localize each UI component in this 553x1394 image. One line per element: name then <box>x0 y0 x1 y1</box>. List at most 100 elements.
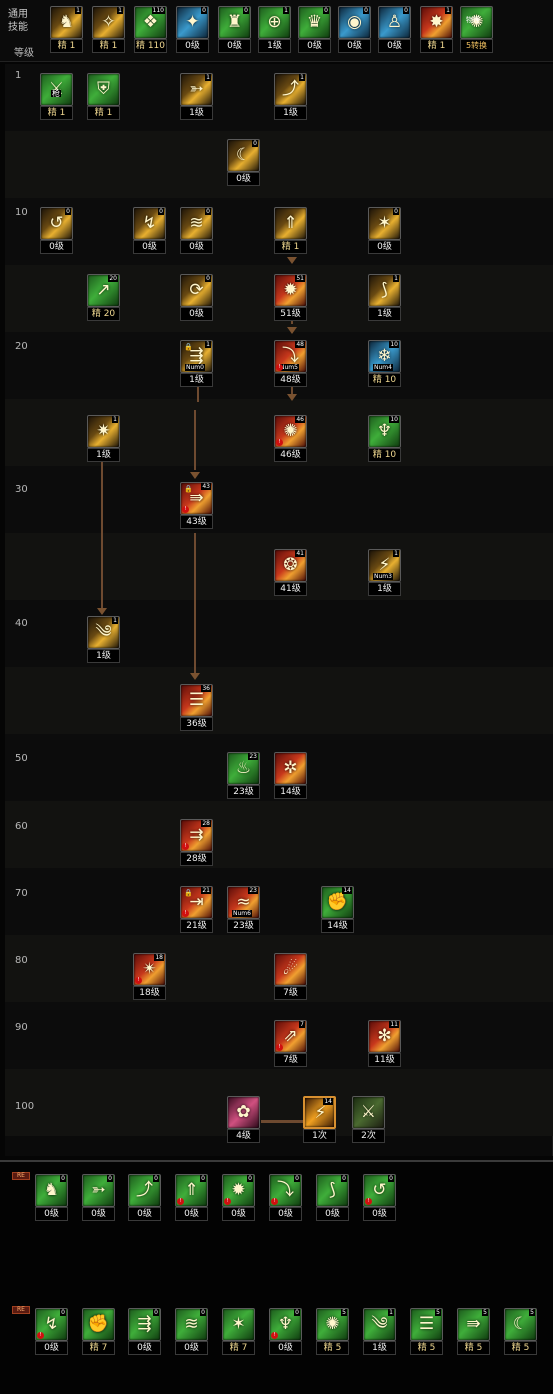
red-multi-thrust-skill-icon[interactable]: ⇉ 28! <box>180 819 213 852</box>
ex-green-fist-skill[interactable]: ✊ 精 7 <box>82 1308 115 1356</box>
ground-skill-icon[interactable]: ♜ 0 <box>218 6 251 39</box>
ex-green-slash-skill-icon[interactable]: ⤴ 0 <box>128 1174 161 1207</box>
flame-lance-skill[interactable]: ⇛ 43 🔒! 43级 <box>180 482 213 530</box>
piercing-line-skill[interactable]: ⇶ 1 🔒 Num0 1级 <box>180 340 213 388</box>
burst-skill-icon[interactable]: ✶ 0 <box>368 207 401 240</box>
awaken-second-skill-icon[interactable]: ⚔ <box>352 1096 385 1129</box>
target-skill-icon[interactable]: ⊕ 1 <box>258 6 291 39</box>
ex-green-kick-skill[interactable]: ♞ 0 0级 <box>35 1174 68 1222</box>
green-fist-skill-icon[interactable]: ✊ 14 <box>321 886 354 919</box>
ex-green-line-skill[interactable]: ⇶ 0 0级 <box>128 1308 161 1356</box>
armor-mastery-skill-icon[interactable]: ⛨ <box>87 73 120 106</box>
storm-skill[interactable]: ✷ 1 1级 <box>87 415 120 463</box>
basic-pose-skill-icon[interactable]: ♞ 1 <box>50 6 83 39</box>
slash-arc-skill[interactable]: ⤴ 1 1级 <box>274 73 307 121</box>
awaken-first-skill-icon[interactable]: ⚡ 14 <box>303 1096 336 1129</box>
wild-charge-skill-icon[interactable]: ❖ 110 <box>134 6 167 39</box>
ex-green-arc-skill[interactable]: ⤵ 0! 0级 <box>269 1174 302 1222</box>
fire-burst-skill[interactable]: ✺ 46! 46级 <box>274 415 307 463</box>
ex-green-kick-skill-icon[interactable]: ♞ 0 <box>35 1174 68 1207</box>
red-wave-skill[interactable]: ≈23 Num6 23级 <box>227 886 260 934</box>
ice-wing-skill[interactable]: ❄ 10 Num4 精 10 <box>368 340 401 388</box>
eye-skill-icon[interactable]: ◉ 0 <box>338 6 371 39</box>
arc-wave-skill[interactable]: ⟆ 1 1级 <box>368 274 401 322</box>
cyclone-skill-icon[interactable]: ༄ 1 <box>87 616 120 649</box>
eye-skill[interactable]: ◉ 0 0级 <box>338 6 371 54</box>
ex-green-cyclone-skill[interactable]: ༄ 1 1级 <box>363 1308 396 1356</box>
arc-wave-skill-icon[interactable]: ⟆ 1 <box>368 274 401 307</box>
figure-skill-icon[interactable]: ♛ 0 <box>298 6 331 39</box>
sweep-skill[interactable]: ⟳ 0 0级 <box>180 274 213 322</box>
red-crescent-skill[interactable]: ☄ 7级 <box>274 953 307 1001</box>
ex-green-crescent-skill-icon[interactable]: ☾ 5 <box>504 1308 537 1341</box>
ex-green-burst-skill[interactable]: ✹ 0! 0级 <box>222 1174 255 1222</box>
ex-green-guard-skill[interactable]: ♆ 0! 0级 <box>269 1308 302 1356</box>
red-star-skill[interactable]: ✴ 18! 18级 <box>133 953 166 1001</box>
flame-lance-skill-icon[interactable]: ⇛ 43 🔒! <box>180 482 213 515</box>
ex-green-wave-skill-icon[interactable]: ⟆ 0 <box>316 1174 349 1207</box>
green-guard-skill-icon[interactable]: ♆ 10 <box>368 415 401 448</box>
storm-skill-icon[interactable]: ✷ 1 <box>87 415 120 448</box>
whirl-skill[interactable]: ≋ 0 0级 <box>180 207 213 255</box>
aura-skill-icon[interactable]: ♙ 0 <box>378 6 411 39</box>
awaken-first-skill[interactable]: ⚡ 14 1次 <box>303 1096 336 1144</box>
ex-green-whirl-skill-icon[interactable]: ≋ 0 <box>175 1308 208 1341</box>
ex-green-crest-skill[interactable]: ✺ 5 精 5 <box>316 1308 349 1356</box>
red-explosion-skill-icon[interactable]: ✻ 11 <box>368 1020 401 1053</box>
ex-green-storm-skill[interactable]: ⇛ 5 精 5 <box>457 1308 490 1356</box>
spear-boost-skill[interactable]: ↗ 20 精 20 <box>87 274 120 322</box>
ex-green-spin-skill-icon[interactable]: ↺ 0! <box>363 1174 396 1207</box>
ex-green-rise-skill-icon[interactable]: ⇑ 0! <box>175 1174 208 1207</box>
ex-green-cyclone-skill-icon[interactable]: ༄ 1 <box>363 1308 396 1341</box>
aura-skill[interactable]: ♙ 0 0级 <box>378 6 411 54</box>
ground-skill[interactable]: ♜ 0 0级 <box>218 6 251 54</box>
rage-skill[interactable]: ♨ 23 23级 <box>227 752 260 800</box>
piercing-line-skill-icon[interactable]: ⇶ 1 🔒 Num0 <box>180 340 213 373</box>
fire-burst-skill-icon[interactable]: ✺ 46! <box>274 415 307 448</box>
spin-slash-skill-icon[interactable]: ↺ 0 <box>40 207 73 240</box>
fire-claw-skill-icon[interactable]: ✲ <box>274 752 307 785</box>
ex-green-rush-skill[interactable]: ☰ 5 精 5 <box>410 1308 443 1356</box>
red-wave-skill-icon[interactable]: ≈23 Num6 <box>227 886 260 919</box>
ex-green-star-skill[interactable]: ✶ 精 7 <box>222 1308 255 1356</box>
awaken-second-skill[interactable]: ⚔ 2次 <box>352 1096 385 1144</box>
wing-skill-icon[interactable]: ✦ 0 <box>176 6 209 39</box>
basic-pose-skill[interactable]: ♞ 1 精 1 <box>50 6 83 54</box>
ex-green-burst-skill-icon[interactable]: ✹ 0! <box>222 1174 255 1207</box>
ex-green-rush-skill-icon[interactable]: ☰ 5 <box>410 1308 443 1341</box>
fire-dragon-skill[interactable]: ❂ 41 41级 <box>274 549 307 597</box>
thrust-skill[interactable]: ➳ 1 1级 <box>180 73 213 121</box>
crescent-skill-icon[interactable]: ☾ 0 <box>227 139 260 172</box>
spear-mastery-skill-icon[interactable]: ⚔ 枪 <box>40 73 73 106</box>
thrust-skill-icon[interactable]: ➳ 1 <box>180 73 213 106</box>
fire-dragon-skill-icon[interactable]: ❂ 41 <box>274 549 307 582</box>
green-fist-skill[interactable]: ✊ 14 14级 <box>321 886 354 934</box>
ex-green-arc-skill-icon[interactable]: ⤵ 0! <box>269 1174 302 1207</box>
red-rush-skill[interactable]: ☰ 36 36级 <box>180 684 213 732</box>
physical-convert-skill-icon[interactable]: ✺ 物理 <box>460 6 493 39</box>
burst-skill[interactable]: ✶ 0 0级 <box>368 207 401 255</box>
ex-green-spin-skill[interactable]: ↺ 0! 0级 <box>363 1174 396 1222</box>
fire-arc-skill[interactable]: ⤵ 48 Num5! 48级 <box>274 340 307 388</box>
rising-strike-skill[interactable]: ⇑ 精 1 <box>274 207 307 255</box>
ex-green-crest-skill-icon[interactable]: ✺ 5 <box>316 1308 349 1341</box>
red-explosion-skill[interactable]: ✻ 11 11级 <box>368 1020 401 1068</box>
armor-mastery-skill[interactable]: ⛨ 精 1 <box>87 73 120 121</box>
whirl-skill-icon[interactable]: ≋ 0 <box>180 207 213 240</box>
fire-arc-skill-icon[interactable]: ⤵ 48 Num5! <box>274 340 307 373</box>
red-leap-skill[interactable]: ⇗ 7! 7级 <box>274 1020 307 1068</box>
crescent-skill[interactable]: ☾ 0 0级 <box>227 139 260 187</box>
figure-skill[interactable]: ♛ 0 0级 <box>298 6 331 54</box>
flame-thrust-skill[interactable]: ✹ 51 51级 <box>274 274 307 322</box>
red-multi-thrust-skill[interactable]: ⇉ 28! 28级 <box>180 819 213 867</box>
physical-convert-skill[interactable]: ✺ 物理 5转换 <box>460 6 493 54</box>
dash-attack-skill-icon[interactable]: ↯ 0 <box>133 207 166 240</box>
ex-green-thrust-skill[interactable]: ➳ 0 0级 <box>82 1174 115 1222</box>
dash-attack-skill[interactable]: ↯ 0 0级 <box>133 207 166 255</box>
slash-arc-skill-icon[interactable]: ⤴ 1 <box>274 73 307 106</box>
red-rush-skill-icon[interactable]: ☰ 36 <box>180 684 213 717</box>
backstep-skill-icon[interactable]: ✧ 1 <box>92 6 125 39</box>
red-leap-skill-icon[interactable]: ⇗ 7! <box>274 1020 307 1053</box>
backstep-skill[interactable]: ✧ 1 精 1 <box>92 6 125 54</box>
red-guard-thrust-skill[interactable]: ⇥ 21 🔒! 21级 <box>180 886 213 934</box>
